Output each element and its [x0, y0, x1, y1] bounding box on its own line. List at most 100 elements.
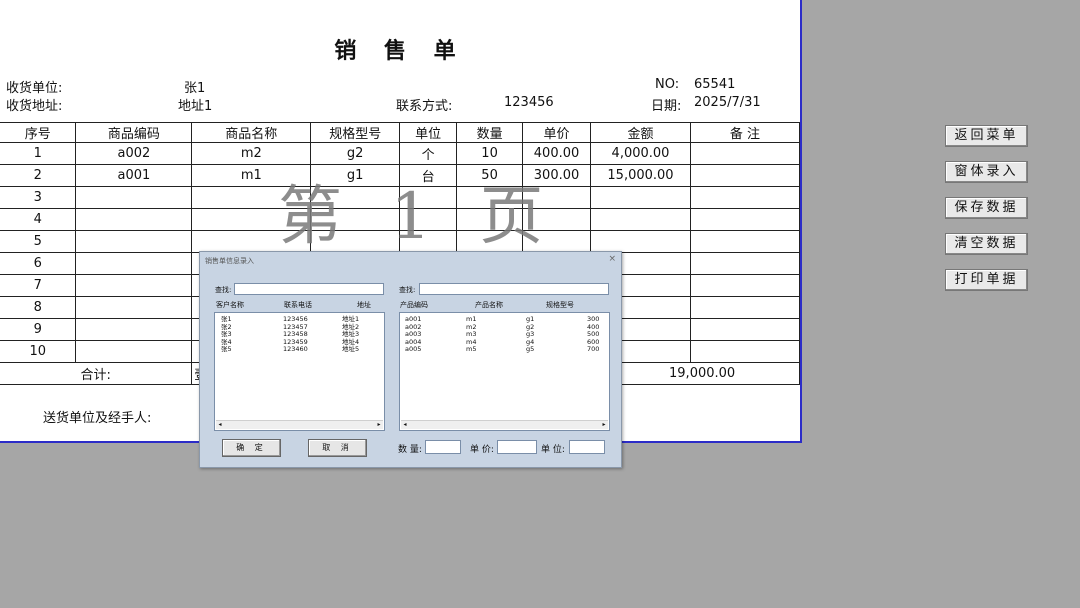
table-cell — [75, 208, 193, 231]
save-data-button[interactable]: 保存数据 — [945, 197, 1028, 219]
customer-col-phone: 联系电话 — [284, 301, 312, 309]
table-cell — [75, 318, 193, 341]
scroll-left-icon[interactable]: ◂ — [216, 421, 224, 429]
price-label: 单 价: — [470, 445, 494, 455]
table-cell: 9 — [0, 318, 77, 341]
table-cell: a002 — [75, 142, 193, 165]
table-cell: 5 — [0, 230, 77, 253]
list-item[interactable]: a005 m5 g5 700 — [400, 345, 609, 353]
table-cell: 10 — [456, 142, 524, 165]
table-cell: 15,000.00 — [590, 164, 691, 187]
document-title: 销 售 单 — [334, 39, 466, 64]
address-value: 地址1 — [178, 99, 213, 114]
table-cell — [689, 296, 801, 319]
table-cell — [75, 252, 193, 275]
table-cell: 2 — [0, 164, 77, 187]
table-cell: a001 — [75, 164, 193, 187]
table-cell — [75, 230, 193, 253]
customer-list-scrollbar[interactable]: ◂ ▸ — [216, 420, 383, 429]
no-value: 65541 — [694, 77, 736, 92]
customer-search-label: 查找: — [215, 286, 232, 294]
table-cell — [689, 164, 801, 187]
table-cell — [75, 296, 193, 319]
clear-data-button[interactable]: 清空数据 — [945, 233, 1028, 255]
no-label: NO: — [655, 77, 680, 92]
table-cell — [75, 340, 193, 363]
footer-label: 送货单位及经手人: — [43, 411, 152, 426]
table-cell — [75, 186, 193, 209]
customer-search-input[interactable] — [234, 283, 384, 295]
cancel-button[interactable]: 取 消 — [308, 439, 367, 457]
table-cell — [689, 186, 801, 209]
scroll-right-icon[interactable]: ▸ — [600, 421, 608, 429]
date-label: 日期: — [651, 99, 682, 114]
form-entry-button[interactable]: 窗体录入 — [945, 161, 1028, 183]
table-cell — [689, 142, 801, 165]
table-cell — [590, 230, 691, 253]
quantity-input[interactable] — [425, 440, 461, 454]
table-cell: 4 — [0, 208, 77, 231]
entry-dialog: 销售单信息录入 × 查找: 客户名称 联系电话 地址 张1 123456 地址1 张2… — [199, 251, 622, 468]
column-header: 备 注 — [689, 122, 801, 143]
table-cell — [75, 274, 193, 297]
product-col-spec: 规格型号 — [546, 301, 574, 309]
list-cell: 123460 — [283, 345, 308, 353]
close-icon[interactable]: × — [608, 254, 616, 264]
table-header-row: 序号 商品编码 商品名称 规格型号 单位 数量 单价 金额备 注 — [0, 122, 801, 143]
list-cell: a005 — [405, 345, 422, 353]
table-cell: 8 — [0, 296, 77, 319]
customer-col-name: 客户名称 — [216, 301, 244, 309]
receiver-value: 张1 — [184, 81, 206, 96]
table-row: 1 a002 m2 g2 个 10 400.00 4,000.00 — [0, 142, 801, 165]
table-cell: 4,000.00 — [590, 142, 691, 165]
table-cell: 1 — [0, 142, 77, 165]
confirm-button[interactable]: 确 定 — [222, 439, 281, 457]
column-header: 单位 — [399, 122, 458, 143]
scroll-right-icon[interactable]: ▸ — [375, 421, 383, 429]
column-header: 单价 — [522, 122, 592, 143]
column-header: 数量 — [456, 122, 524, 143]
list-cell: 张5 — [221, 345, 232, 353]
product-search-input[interactable] — [419, 283, 609, 295]
table-cell: 3 — [0, 186, 77, 209]
page-watermark: 第 1 页 — [278, 180, 558, 254]
table-cell: m2 — [191, 142, 312, 165]
address-label: 收货地址: — [6, 99, 63, 114]
table-cell: 10 — [0, 340, 77, 363]
quantity-label: 数 量: — [398, 445, 422, 455]
table-cell — [689, 274, 801, 297]
unit-input[interactable] — [569, 440, 605, 454]
product-list[interactable]: a001 m1 g1 300 a002 m2 g2 400 a003 m3 g3 500 a004 m4 g… — [399, 312, 610, 431]
product-list-scrollbar[interactable]: ◂ ▸ — [401, 420, 608, 429]
column-header: 商品名称 — [191, 122, 312, 143]
table-cell — [590, 186, 691, 209]
return-menu-button[interactable]: 返回菜单 — [945, 125, 1028, 147]
list-cell: m5 — [466, 345, 477, 353]
table-cell — [689, 230, 801, 253]
customer-list[interactable]: 张1 123456 地址1 张2 123457 地址2 张3 123458 地址3 张4 12345… — [214, 312, 385, 431]
receiver-label: 收货单位: — [6, 81, 63, 96]
column-header: 商品编码 — [75, 122, 193, 143]
column-header: 序号 — [0, 122, 77, 143]
contact-value: 123456 — [504, 95, 554, 110]
list-cell: 地址5 — [342, 345, 360, 353]
print-document-button[interactable]: 打印单据 — [945, 269, 1028, 291]
list-cell: 700 — [587, 345, 600, 353]
customer-col-address: 地址 — [357, 301, 371, 309]
list-cell: g5 — [526, 345, 535, 353]
unit-label: 单 位: — [541, 445, 565, 455]
total-label: 合计: — [0, 362, 193, 385]
table-cell — [689, 318, 801, 341]
list-item[interactable]: 张5 123460 地址5 — [215, 345, 384, 353]
table-cell — [590, 208, 691, 231]
column-header: 规格型号 — [310, 122, 401, 143]
product-search-label: 查找: — [399, 286, 416, 294]
date-value: 2025/7/31 — [694, 95, 761, 110]
dialog-title: 销售单信息录入 — [205, 257, 254, 265]
product-col-name: 产品名称 — [475, 301, 503, 309]
price-input[interactable] — [497, 440, 537, 454]
table-cell — [689, 252, 801, 275]
table-cell — [689, 340, 801, 363]
table-cell: 6 — [0, 252, 77, 275]
scroll-left-icon[interactable]: ◂ — [401, 421, 409, 429]
